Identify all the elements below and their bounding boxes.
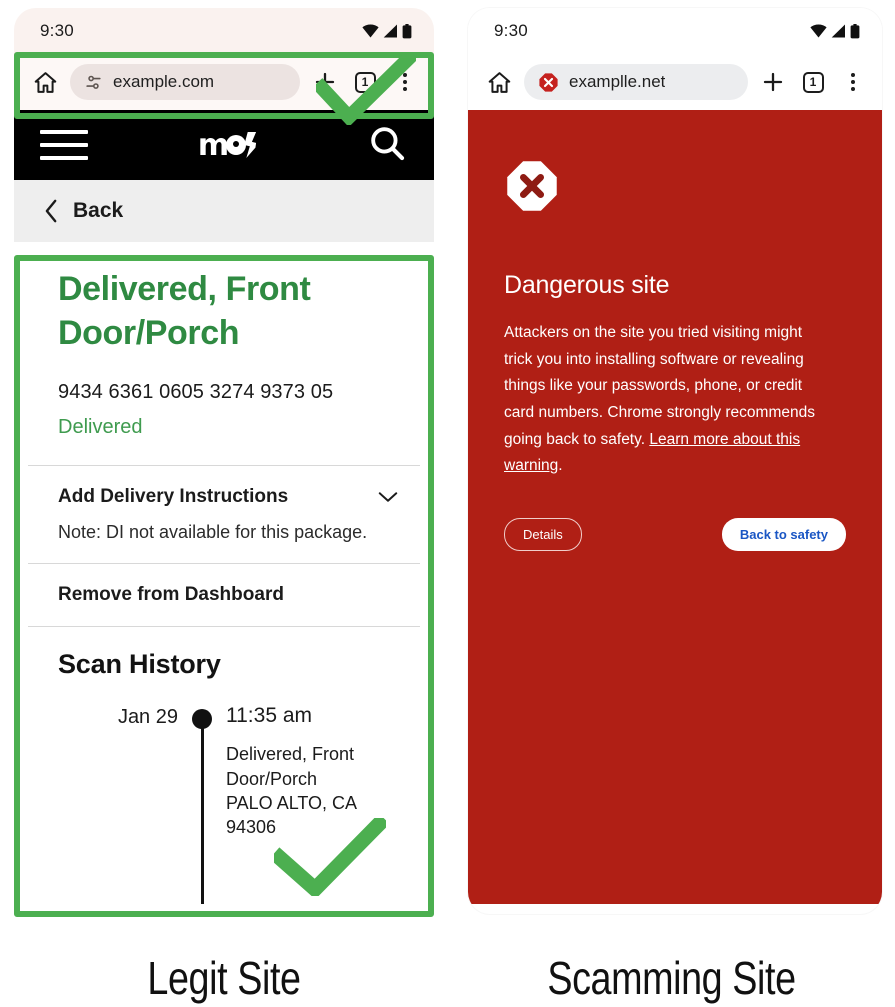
chevron-left-icon [45, 199, 57, 223]
status-bar-left: 9:30 [14, 8, 434, 54]
remove-from-dashboard-row[interactable]: Remove from Dashboard [14, 564, 434, 626]
wifi-icon [362, 24, 379, 38]
back-to-safety-button[interactable]: Back to safety [721, 517, 846, 551]
home-icon[interactable] [484, 67, 514, 97]
green-check-icon [274, 817, 386, 896]
details-button[interactable]: Details [504, 517, 582, 551]
signal-icon [831, 24, 845, 38]
stop-octagon-x-icon [507, 161, 557, 211]
chevron-down-icon[interactable] [378, 491, 398, 503]
dangerous-site-interstitial: Dangerous site Attackers on the site you… [468, 110, 882, 904]
tab-switcher-button[interactable]: 1 [798, 67, 828, 97]
logo-circle-mark [226, 135, 247, 155]
address-bar-url-text: examplle.net [569, 72, 666, 91]
scan-entry-description: Delivered, Front Door/Porch [226, 744, 355, 789]
legit-site-phone-mockup: 9:30 example.com 1 m Back Delivered, Fro… [14, 8, 434, 918]
address-bar-right[interactable]: examplle.net [524, 64, 748, 100]
delivery-status-badge: Delivered [58, 416, 143, 439]
scan-history-section: Scan History Jan 29 11:35 am Delivered, … [14, 627, 434, 905]
status-bar-clock: 9:30 [40, 21, 74, 40]
add-delivery-instructions-header: Add Delivery Instructions [58, 486, 398, 508]
back-navigation-row[interactable]: Back [14, 180, 434, 242]
new-tab-button[interactable] [758, 67, 788, 97]
warning-body-tail: . [558, 457, 563, 475]
add-delivery-instructions-label: Add Delivery Instructions [58, 486, 289, 508]
danger-octagon-icon [539, 72, 558, 92]
wifi-icon [810, 24, 827, 38]
search-icon[interactable] [366, 122, 408, 169]
caption-legit-site: Legit Site [147, 952, 301, 1004]
scan-history-title: Scan History [58, 649, 221, 680]
scan-entry-time: 11:35 am [226, 704, 312, 728]
kebab-menu-icon [851, 72, 855, 92]
address-bar-url-text: example.com [113, 72, 215, 91]
delivery-summary-card: Delivered, Front Door/Porch 9434 6361 06… [14, 242, 434, 465]
status-bar-clock: 9:30 [494, 21, 528, 40]
plus-icon [763, 72, 783, 92]
logo-tail-mark [244, 132, 257, 158]
battery-icon [402, 23, 412, 38]
delivery-instructions-note: Note: DI not available for this package. [58, 522, 368, 543]
home-icon[interactable] [30, 67, 60, 97]
tab-count-badge: 1 [802, 71, 824, 93]
package-detail-content: Delivered, Front Door/Porch 9434 6361 06… [14, 242, 434, 905]
browser-toolbar-right: examplle.net 1 [468, 54, 882, 110]
caption-scamming-site: Scamming Site [547, 952, 796, 1004]
timeline-line [200, 719, 204, 905]
remove-from-dashboard-label: Remove from Dashboard [58, 584, 284, 606]
hamburger-icon[interactable] [40, 130, 88, 160]
status-bar-icons [810, 23, 860, 39]
warning-body-text: Attackers on the site you tried visiting… [504, 324, 815, 448]
address-bar-left[interactable]: example.com [70, 64, 300, 100]
battery-icon [850, 23, 860, 38]
add-delivery-instructions-row[interactable]: Add Delivery Instructions Note: DI not a… [14, 466, 434, 563]
signal-icon [383, 24, 397, 38]
comparison-figure: 9:30 example.com 1 m Back Delivered, Fro… [0, 0, 895, 1007]
scan-entry-date: Jan 29 [117, 706, 178, 729]
green-check-icon-toolbar [316, 55, 416, 125]
tracking-number: 9434 6361 0605 3274 9373 05 [58, 381, 334, 404]
browser-menu-button[interactable] [838, 67, 868, 97]
site-logo: m [198, 128, 257, 163]
delivery-status-title: Delivered, Front Door/Porch [58, 270, 311, 352]
tune-settings-icon [86, 75, 101, 89]
back-label: Back [73, 199, 124, 222]
remove-from-dashboard-header: Remove from Dashboard [58, 584, 398, 606]
status-bar-icons [362, 23, 412, 39]
scan-timeline-rail [178, 704, 226, 905]
status-bar-right: 9:30 [468, 8, 882, 54]
warning-title: Dangerous site [504, 271, 670, 299]
warning-actions: Details Back to safety [504, 517, 846, 551]
scan-history-entry: Jan 29 11:35 am Delivered, Front Door/Po… [58, 704, 404, 905]
warning-body: Attackers on the site you tried visiting… [504, 320, 834, 480]
scamming-site-phone-mockup: 9:30 examplle.net 1 Dangerous site Attac… [468, 8, 882, 914]
